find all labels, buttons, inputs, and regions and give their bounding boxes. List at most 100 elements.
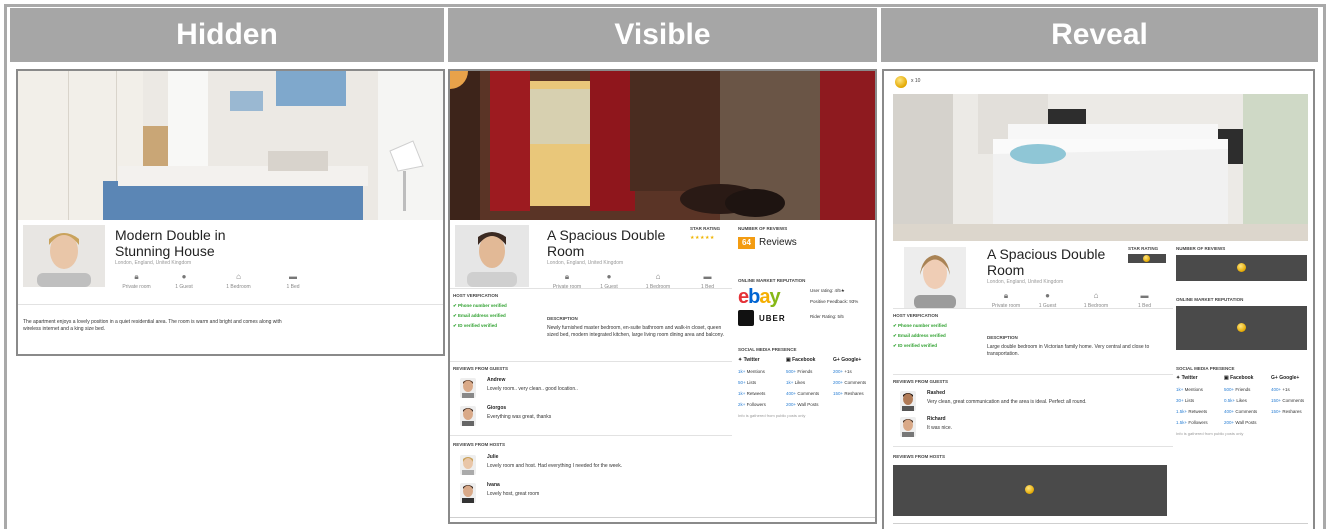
review-text: It was nice. xyxy=(927,425,953,431)
amenity-bedroom: ⌂ 1 Bedroom xyxy=(1070,291,1122,310)
amenity-guests: ● 1 Guest xyxy=(158,273,210,291)
verification-email: ✔ Email address verified xyxy=(453,313,506,318)
twitter-stat: 1k+ Retweets xyxy=(738,391,766,396)
divider xyxy=(18,304,443,305)
verification-phone: ✔ Phone number verified xyxy=(453,303,507,308)
reputation-label: ONLINE MARKET REPUTATION xyxy=(738,278,806,283)
twitter-stat: 50+ Lists xyxy=(738,380,757,385)
google-plus-heading: G+ Google+ xyxy=(1271,375,1300,381)
uber-logo: UBER xyxy=(759,314,786,323)
verification-id: ✔ ID verified verified xyxy=(893,343,938,348)
star-rating: ★★★★★ xyxy=(690,235,715,241)
facebook-stat: 200+ Wall Posts xyxy=(786,402,819,407)
star-rating-label: STAR RATING xyxy=(690,226,721,231)
facebook-stat: 200+ Wall Posts xyxy=(1224,420,1257,425)
twitter-heading: ✦ Twitter xyxy=(738,357,760,363)
review-text: Everything was great, thanks xyxy=(487,414,552,420)
description-label: DESCRIPTION xyxy=(987,335,1018,340)
reputation-locked[interactable] xyxy=(1176,306,1307,350)
twitter-heading: ✦ Twitter xyxy=(1176,375,1198,381)
twitter-stat: 1k+ Mentions xyxy=(738,369,765,374)
host-reviews-label: REVIEWS FROM HOSTS xyxy=(453,442,506,447)
amenities: 🔒︎ Private room ● 1 Guest ⌂ 1 Bedroom ▬ 1 Be… xyxy=(987,291,1167,310)
facebook-stat: 1k+ Likes xyxy=(786,380,806,385)
review-text: Lovely room.. very clean.. good location… xyxy=(487,386,578,392)
host-verification-label: HOST VERIFICATION xyxy=(893,313,939,318)
listing-title[interactable]: Modern Double in Stunning House xyxy=(115,227,226,259)
coin-icon xyxy=(1237,323,1246,332)
google-plus-heading: G+ Google+ xyxy=(833,357,862,363)
twitter-stat: 1.5k+ Followers xyxy=(1176,420,1208,425)
facebook-stat: 0.5k+ Likes xyxy=(1224,398,1247,403)
twitter-stat: 1.5k+ Retweets xyxy=(1176,409,1208,414)
reviewer-name: Andrew xyxy=(487,377,506,383)
amenity-bed: ▬ 1 Bed xyxy=(267,272,319,291)
divider xyxy=(450,288,732,289)
home-icon: ⌂ xyxy=(236,272,241,281)
host-avatar xyxy=(904,247,966,309)
listing-title[interactable]: A Spacious Double Room xyxy=(547,227,665,259)
amenity-bedroom: ⌂ 1 Bedroom xyxy=(210,272,267,291)
reviewer-avatar xyxy=(900,391,916,411)
coin-icon xyxy=(1025,485,1034,494)
lock-icon: 🔒︎ xyxy=(1003,291,1009,300)
amenity-private-room: 🔒︎ Private room xyxy=(987,291,1025,310)
lock-icon: 🔒︎ xyxy=(134,272,139,281)
google-plus-icon: G+ xyxy=(1271,375,1280,381)
reviewer-name: Ivana xyxy=(487,482,500,488)
divider xyxy=(450,517,875,518)
listing-reveal: x 10 A Spacious Double Room London, Engl… xyxy=(882,69,1315,529)
google-plus-stat: 200+ Comments xyxy=(833,380,867,385)
review-text: Lovely host, great room xyxy=(487,491,540,497)
divider xyxy=(893,374,1173,375)
facebook-stat: 500+ Friends xyxy=(786,369,813,374)
room-photo xyxy=(893,94,1308,241)
reviewer-name: Giorgos xyxy=(487,405,507,411)
star-rating-locked[interactable] xyxy=(1128,254,1166,263)
reputation-label: ONLINE MARKET REPUTATION xyxy=(1176,297,1244,302)
divider xyxy=(893,523,1308,524)
reviews-label[interactable]: Reviews xyxy=(759,237,797,248)
guest-reviews-label: REVIEWS FROM GUESTS xyxy=(453,366,509,371)
ebay-rating: User rating: 4/5★ xyxy=(810,288,845,293)
number-of-reviews-label: NUMBER OF REVIEWS xyxy=(738,226,788,231)
listing-title[interactable]: A Spacious Double Room xyxy=(987,246,1105,278)
bed-icon: ▬ xyxy=(703,272,712,281)
facebook-heading: ▣ Facebook xyxy=(786,357,816,363)
facebook-stat: 400+ Comments xyxy=(1224,409,1258,414)
bed-icon: ▬ xyxy=(289,272,297,281)
divider xyxy=(893,446,1173,447)
person-icon: ● xyxy=(606,272,612,281)
verification-id: ✔ ID verified verified xyxy=(453,323,498,328)
facebook-heading: ▣ Facebook xyxy=(1224,375,1254,381)
reviewer-avatar xyxy=(460,406,476,426)
listing-location: London, England, United Kingdom xyxy=(115,260,192,266)
uber-icon xyxy=(738,310,754,326)
reviews-locked[interactable] xyxy=(1176,255,1307,281)
home-icon: ⌂ xyxy=(1093,291,1099,300)
listing-description: The apartment enjoys a lovely position i… xyxy=(23,319,282,332)
reviewer-avatar xyxy=(460,378,476,398)
host-reviews-locked[interactable] xyxy=(893,465,1167,516)
description-label: DESCRIPTION xyxy=(547,316,578,321)
uber-rating: Rider Rating: 5/5 xyxy=(810,314,844,319)
lock-icon: 🔒︎ xyxy=(564,272,570,281)
twitter-stat: 2k+ Followers xyxy=(738,402,766,407)
verification-email: ✔ Email address verified xyxy=(893,333,946,338)
amenity-private-room: 🔒︎ Private room xyxy=(115,272,158,291)
google-plus-stat: 150+ Reshares xyxy=(833,391,864,396)
number-of-reviews-label: NUMBER OF REVIEWS xyxy=(1176,246,1226,251)
google-plus-stat: 150+ Comments xyxy=(1271,398,1305,403)
reviewer-avatar xyxy=(900,417,916,437)
reviewer-name: Rashed xyxy=(927,390,946,396)
review-count-badge: 64 xyxy=(738,237,755,249)
listing-location: London, England, United Kingdom xyxy=(987,279,1064,285)
verification-phone: ✔ Phone number verified xyxy=(893,323,947,328)
room-photo xyxy=(18,71,443,220)
host-avatar xyxy=(23,225,105,287)
amenities: 🔒︎ Private room ● 1 Guest ⌂ 1 Bedroom ▬ 1 Be… xyxy=(115,272,330,291)
divider xyxy=(893,308,1173,309)
social-note: Info is gathered from public posts only xyxy=(1176,431,1244,436)
person-icon: ● xyxy=(1045,291,1050,300)
bed-icon: ▬ xyxy=(1140,291,1149,300)
